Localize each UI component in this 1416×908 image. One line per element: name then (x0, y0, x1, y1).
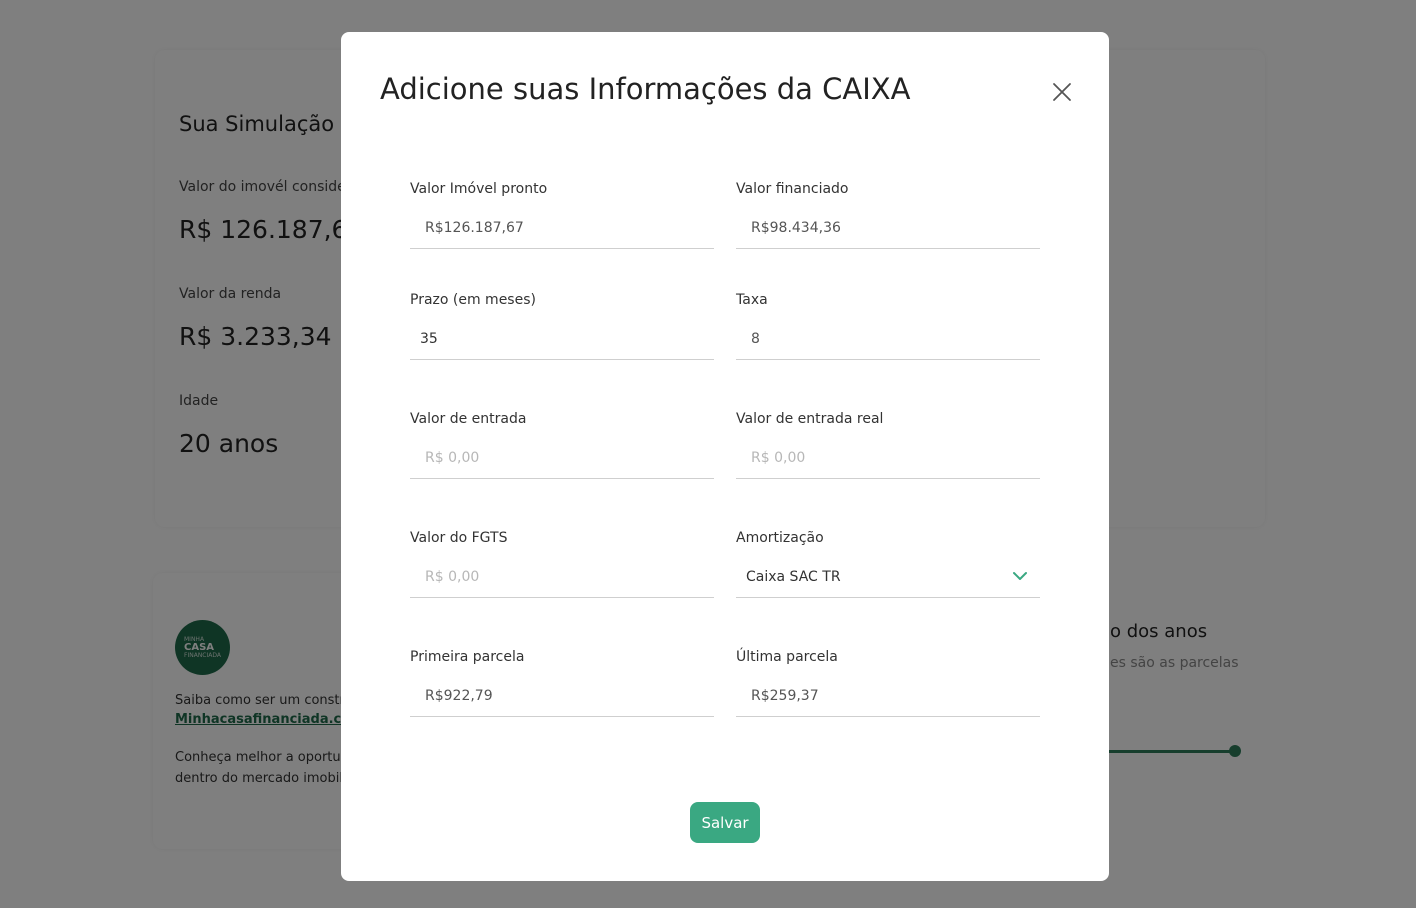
field-valor-entrada-real: Valor de entrada real (736, 411, 1040, 531)
valor-entrada-label: Valor de entrada (410, 411, 527, 427)
valor-imovel-label: Valor Imóvel pronto (410, 181, 548, 197)
amortizacao-selected-value: Caixa SAC TR (746, 569, 841, 585)
field-taxa: Taxa (736, 292, 1040, 412)
field-amortizacao: Amortização Caixa SAC TR (736, 530, 1040, 650)
valor-entrada-real-input[interactable] (736, 437, 1040, 479)
field-valor-imovel: Valor Imóvel pronto (410, 181, 714, 301)
modal-title: Adicione suas Informações da CAIXA (380, 72, 911, 106)
prazo-input[interactable] (410, 318, 714, 360)
save-button[interactable]: Salvar (690, 802, 760, 843)
valor-financiado-input[interactable] (736, 207, 1040, 249)
field-prazo: Prazo (em meses) (410, 292, 714, 412)
taxa-input[interactable] (736, 318, 1040, 360)
primeira-parcela-input[interactable] (410, 675, 714, 717)
close-button[interactable] (1048, 78, 1076, 106)
valor-fgts-label: Valor do FGTS (410, 530, 508, 546)
prazo-label: Prazo (em meses) (410, 292, 536, 308)
ultima-parcela-label: Última parcela (736, 649, 838, 665)
primeira-parcela-label: Primeira parcela (410, 649, 525, 665)
field-ultima-parcela: Última parcela (736, 649, 1040, 769)
valor-financiado-label: Valor financiado (736, 181, 849, 197)
field-valor-entrada: Valor de entrada (410, 411, 714, 531)
field-valor-fgts: Valor do FGTS (410, 530, 714, 650)
valor-imovel-input[interactable] (410, 207, 714, 249)
field-valor-financiado: Valor financiado (736, 181, 1040, 301)
field-primeira-parcela: Primeira parcela (410, 649, 714, 769)
valor-entrada-input[interactable] (410, 437, 714, 479)
valor-entrada-real-label: Valor de entrada real (736, 411, 884, 427)
close-icon (1053, 83, 1071, 101)
amortizacao-select[interactable]: Caixa SAC TR (736, 556, 1040, 598)
taxa-label: Taxa (736, 292, 768, 308)
caixa-info-modal: Adicione suas Informações da CAIXA Valor… (341, 32, 1109, 881)
ultima-parcela-input[interactable] (736, 675, 1040, 717)
valor-fgts-input[interactable] (410, 556, 714, 598)
chevron-down-icon (1013, 572, 1027, 580)
amortizacao-label: Amortização (736, 530, 824, 546)
